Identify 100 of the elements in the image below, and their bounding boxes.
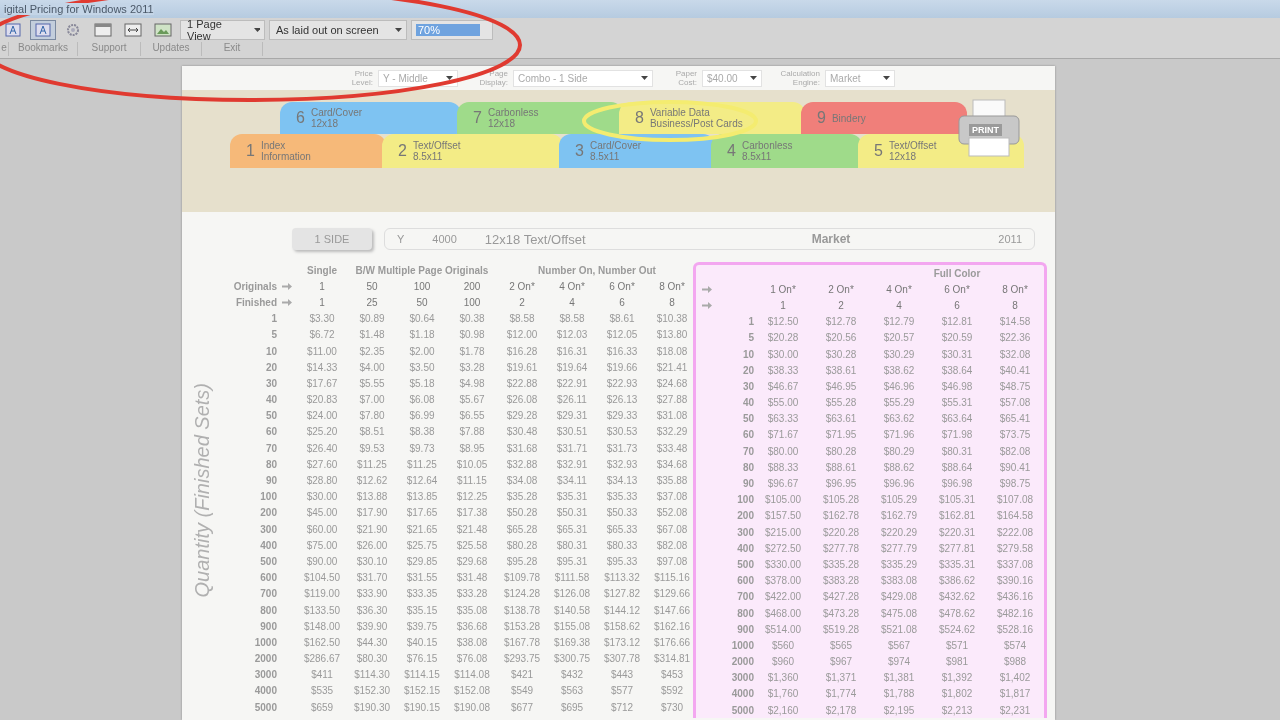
- column-heading: 8 On*: [1001, 283, 1029, 295]
- toolbar-label[interactable]: Updates: [141, 42, 202, 56]
- price-cell-text: $32.88: [505, 458, 539, 470]
- price-cell-text: $164.58: [995, 510, 1035, 522]
- price-cell-text: $960: [770, 656, 796, 668]
- price-cell-text: $113.32: [603, 572, 641, 584]
- price-cell-text: $29.31: [555, 410, 589, 422]
- price-cell-text: $71.67: [766, 429, 800, 441]
- quantity-cell-text: 5000: [730, 704, 754, 716]
- price-cell-text: $80.31: [940, 445, 974, 457]
- price-cell-text: $12.00: [505, 329, 539, 341]
- column-heading: 2: [518, 296, 526, 308]
- price-cell-text: $443: [609, 669, 635, 681]
- quantity-cell-text: 800: [259, 604, 277, 616]
- price-cell-text: $13.85: [405, 491, 439, 503]
- toolbar-label[interactable]: Bookmarks: [9, 42, 78, 56]
- price-cell-text: $162.16: [652, 620, 692, 632]
- setting-dropdown[interactable]: Market: [825, 69, 895, 87]
- price-cell-text: $29.33: [605, 410, 639, 422]
- price-cell-text: $20.57: [882, 332, 916, 344]
- price-cell-text: $96.96: [882, 478, 916, 490]
- axis-label: Quantity (Finished Sets): [190, 382, 214, 598]
- price-cell-text: $55.31: [940, 397, 974, 409]
- dropdown[interactable]: 70%: [411, 20, 493, 40]
- price-cell-text: $39.90: [355, 620, 389, 632]
- price-cell-text: $75.00: [305, 539, 339, 551]
- column-heading: 1: [779, 299, 787, 311]
- dropdown[interactable]: As laid out on screen: [269, 20, 407, 40]
- price-cell-text: $50.28: [505, 507, 539, 519]
- price-cell-text: $107.08: [995, 494, 1035, 506]
- price-cell-text: $50.31: [555, 507, 589, 519]
- quantity-cell-text: 50: [741, 413, 754, 425]
- price-cell-text: $127.82: [602, 588, 642, 600]
- side-button[interactable]: 1 SIDE: [292, 228, 372, 250]
- price-cell-text: $63.62: [882, 413, 916, 425]
- price-cell-text: $80.28: [505, 539, 539, 551]
- price-cell-text: $35.33: [605, 491, 639, 503]
- price-cell-text: $695: [559, 701, 585, 713]
- price-cell-text: $65.28: [505, 523, 539, 535]
- price-cell-text: $21.41: [655, 361, 689, 373]
- quantity-cell-text: 500: [259, 555, 277, 567]
- column-heading: 2 On*: [508, 280, 536, 292]
- price-cell-text: $21.65: [405, 523, 439, 535]
- setting-dropdown[interactable]: Y - Middle: [378, 69, 458, 87]
- setting-dropdown[interactable]: Combo - 1 Side: [513, 69, 653, 87]
- price-cell-text: $220.31: [937, 526, 977, 538]
- price-cell-text: $30.00: [305, 491, 339, 503]
- price-cell-text: $12.05: [605, 329, 639, 341]
- category-tab[interactable]: 9 Bindery: [801, 102, 967, 134]
- price-cell-text: $475.08: [879, 607, 919, 619]
- setting-dropdown[interactable]: $40.00: [702, 69, 762, 87]
- price-cell-text: $421: [509, 669, 535, 681]
- price-cell-text: $190.30: [352, 701, 392, 713]
- toolbar-button[interactable]: [30, 20, 56, 40]
- price-cell-text: $4.00: [358, 361, 386, 373]
- quantity-cell-text: 5: [747, 332, 754, 344]
- quantity-cell-text: 5: [270, 329, 277, 341]
- window-icon: [94, 23, 112, 37]
- price-cell-text: $6.08: [408, 394, 436, 406]
- column-heading: 4: [895, 299, 903, 311]
- price-cell-text: $38.61: [824, 364, 858, 376]
- price-cell-text: $12.25: [455, 491, 489, 503]
- column-group-heading: Single: [306, 264, 338, 276]
- price-cell-text: $567: [886, 639, 912, 651]
- price-cell-text: $35.28: [505, 491, 539, 503]
- dropdown[interactable]: 1 Page View: [180, 20, 265, 40]
- price-cell-text: $967: [828, 656, 854, 668]
- price-cell-text: $55.29: [882, 397, 916, 409]
- price-cell-text: $411: [310, 669, 334, 681]
- price-cell-text: $8.38: [408, 426, 436, 438]
- price-cell-text: $22.88: [505, 377, 539, 389]
- price-cell-text: $24.00: [305, 410, 339, 422]
- fit-width-icon: [124, 23, 142, 37]
- price-cell-text: $286.67: [302, 653, 342, 665]
- price-cell-text: $63.61: [824, 413, 858, 425]
- price-cell-text: $524.62: [937, 623, 977, 635]
- price-cell-text: $2,195: [882, 704, 916, 716]
- price-cell-text: $7.00: [358, 394, 386, 406]
- column-heading: 1: [318, 296, 326, 308]
- caret-icon: [750, 76, 757, 80]
- price-cell-text: $88.64: [940, 461, 974, 473]
- quantity-cell-text: 10: [741, 348, 754, 360]
- price-cell-text: $114.08: [453, 669, 491, 681]
- quantity-cell-text: 1: [270, 313, 277, 325]
- toolbar-label[interactable]: Exit: [202, 42, 263, 56]
- toolbar-label[interactable]: Support: [78, 42, 141, 56]
- price-cell-text: $34.13: [605, 475, 639, 487]
- price-cell-text: $129.66: [652, 588, 692, 600]
- quantity-cell-text: 4000: [730, 688, 754, 700]
- price-cell-text: $20.59: [940, 332, 974, 344]
- toolbar-label[interactable]: e: [0, 42, 9, 56]
- price-cell-text: $26.40: [305, 442, 339, 454]
- price-cell-text: $26.13: [605, 394, 639, 406]
- quantity-cell-text: 200: [736, 510, 754, 522]
- price-cell-text: $22.93: [605, 377, 639, 389]
- price-cell-text: $22.91: [555, 377, 589, 389]
- price-cell-text: $119.00: [303, 588, 341, 600]
- window-title: igital Pricing for Windows 2011: [4, 3, 154, 15]
- price-cell-text: $38.08: [455, 636, 489, 648]
- price-cell-text: $38.33: [766, 364, 800, 376]
